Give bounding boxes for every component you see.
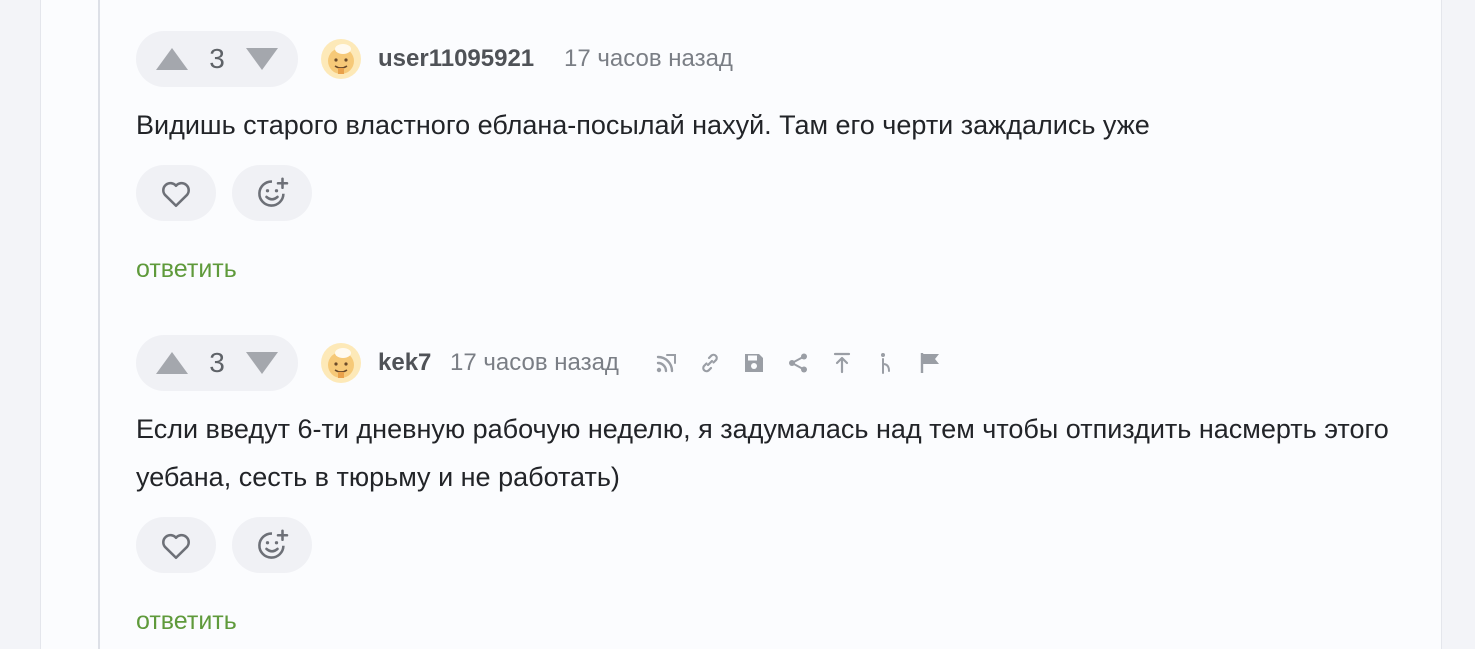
like-button[interactable] <box>136 165 216 221</box>
rating-widget: 3 <box>136 335 298 391</box>
rating-score: 3 <box>209 43 225 74</box>
thread-icon[interactable] <box>654 351 678 375</box>
timestamp[interactable]: 17 часов назад <box>564 31 733 87</box>
downvote-arrow-icon[interactable] <box>245 351 279 375</box>
avatar-face-icon <box>328 44 354 74</box>
save-icon[interactable] <box>742 351 766 375</box>
comment: 3 kek7 17 часов назад Если введут 6-ти д… <box>136 335 1435 635</box>
timestamp[interactable]: 17 часов назад <box>450 335 619 391</box>
heart-icon <box>162 181 190 208</box>
comment-header: 3 user11095921 17 часов назад <box>136 31 1435 87</box>
comment-text: Видишь старого властного еблана-посылай … <box>136 110 1150 140</box>
branch-icon[interactable] <box>874 351 898 375</box>
comment-text: Если введут 6-ти дневную рабочую неделю,… <box>136 414 1389 492</box>
rating-widget: 3 <box>136 31 298 87</box>
reply-link[interactable]: ответить <box>136 607 237 636</box>
heart-icon <box>162 533 190 560</box>
upvote-arrow-icon[interactable] <box>155 351 189 375</box>
comment: 3 user11095921 17 часов назад Видишь ста… <box>136 31 1435 283</box>
add-emoji-icon <box>258 529 289 559</box>
upvote-arrow-icon[interactable] <box>155 47 189 71</box>
like-button[interactable] <box>136 517 216 573</box>
share-icon[interactable] <box>786 351 810 375</box>
add-emoji-icon <box>258 177 289 207</box>
comment-actions <box>136 517 1435 573</box>
thread-line[interactable] <box>98 0 100 649</box>
rating-score: 3 <box>209 347 225 378</box>
comment-actions <box>136 165 1435 221</box>
avatar-face-icon <box>328 348 354 378</box>
comment-header: 3 kek7 17 часов назад <box>136 335 1435 391</box>
link-icon[interactable] <box>698 351 722 375</box>
downvote-arrow-icon[interactable] <box>245 47 279 71</box>
add-reaction-button[interactable] <box>232 165 312 221</box>
report-flag-icon[interactable] <box>918 351 942 375</box>
avatar[interactable] <box>321 39 361 79</box>
scroll-up-icon[interactable] <box>830 351 854 375</box>
add-reaction-button[interactable] <box>232 517 312 573</box>
avatar[interactable] <box>321 343 361 383</box>
username[interactable]: user11095921 <box>378 31 534 87</box>
username[interactable]: kek7 <box>378 335 431 391</box>
reply-link[interactable]: ответить <box>136 255 237 284</box>
